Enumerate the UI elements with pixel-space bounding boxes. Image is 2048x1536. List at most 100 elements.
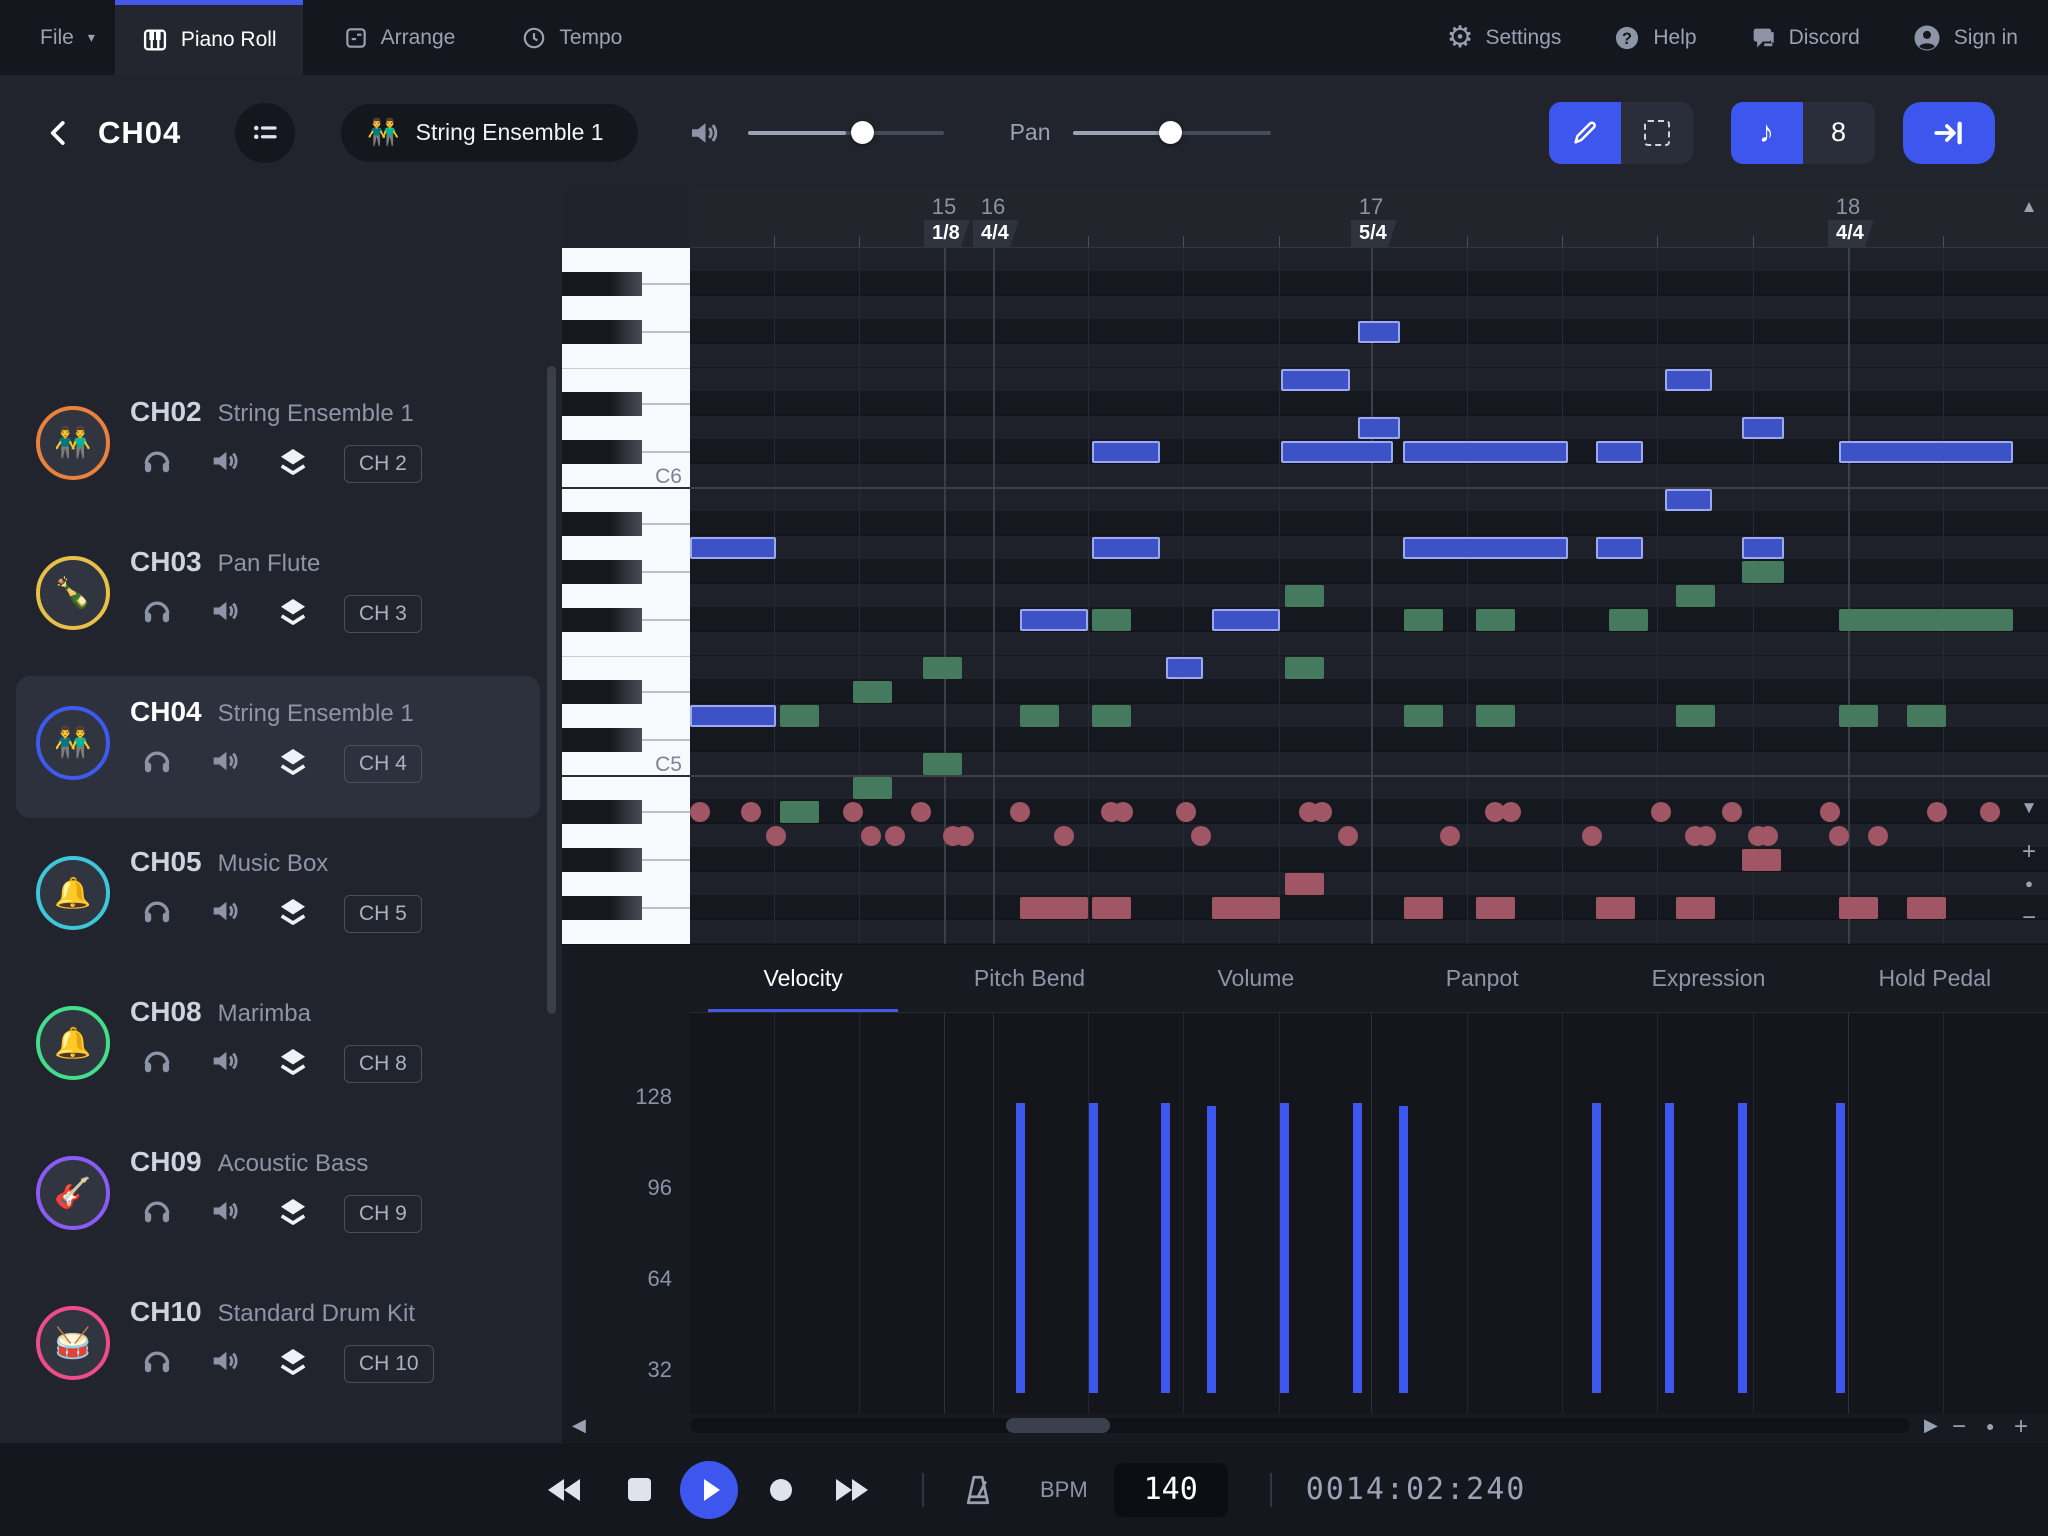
midi-note-selected-track[interactable] — [1665, 489, 1712, 511]
piano-keyboard[interactable]: C6C5 — [562, 248, 690, 944]
track-avatar[interactable]: 👬 — [36, 706, 110, 780]
note-length-button[interactable]: ♪ — [1731, 102, 1803, 164]
tab-panpot[interactable]: Panpot — [1369, 945, 1595, 1012]
channel-badge[interactable]: CH 9 — [344, 1195, 422, 1233]
black-key[interactable] — [562, 728, 642, 752]
velocity-bar[interactable] — [1836, 1103, 1845, 1393]
midi-note-selected-track[interactable] — [1092, 441, 1160, 463]
tab-arrange[interactable]: Arrange — [317, 0, 482, 75]
drum-note-dot[interactable] — [766, 826, 786, 846]
settings-button[interactable]: ⚙ Settings — [1421, 0, 1588, 75]
midi-note-ghost-maroon[interactable] — [1212, 897, 1280, 919]
file-menu[interactable]: File ▾ — [0, 0, 115, 75]
midi-note-ghost-green[interactable] — [1907, 705, 1946, 727]
midi-note-selected-track[interactable] — [1742, 537, 1784, 559]
track-item-ch08[interactable]: 🔔CH08MarimbaCH 8 — [0, 968, 562, 1118]
layers-button[interactable] — [276, 1044, 310, 1083]
midi-note-ghost-maroon[interactable] — [1907, 897, 1946, 919]
channel-badge[interactable]: CH 2 — [344, 445, 422, 483]
drum-note-dot[interactable] — [1054, 826, 1074, 846]
midi-note-selected-track[interactable] — [1166, 657, 1203, 679]
drum-note-dot[interactable] — [1696, 826, 1716, 846]
horizontal-scrollbar-thumb[interactable] — [1006, 1418, 1110, 1433]
black-key[interactable] — [562, 608, 642, 632]
midi-note-ghost-green[interactable] — [1742, 561, 1784, 583]
help-button[interactable]: ? Help — [1587, 0, 1722, 75]
layers-button[interactable] — [276, 1344, 310, 1383]
drum-note-dot[interactable] — [690, 802, 710, 822]
midi-note-selected-track[interactable] — [1403, 537, 1568, 559]
midi-note-selected-track[interactable] — [690, 537, 776, 559]
black-key[interactable] — [562, 848, 642, 872]
solo-headphones-button[interactable] — [140, 594, 174, 633]
track-avatar[interactable]: 🔔 — [36, 1006, 110, 1080]
velocity-bar[interactable] — [1738, 1103, 1747, 1393]
drum-note-dot[interactable] — [1651, 802, 1671, 822]
layers-button[interactable] — [276, 444, 310, 483]
midi-note-ghost-green[interactable] — [1839, 705, 1878, 727]
midi-note-ghost-maroon[interactable] — [1285, 873, 1324, 895]
midi-note-ghost-green[interactable] — [1404, 609, 1443, 631]
drum-note-dot[interactable] — [1338, 826, 1358, 846]
track-list-button[interactable] — [235, 103, 295, 163]
drum-note-dot[interactable] — [954, 826, 974, 846]
drum-note-dot[interactable] — [911, 802, 931, 822]
scroll-left-icon[interactable]: ◀ — [572, 1415, 586, 1436]
drum-note-dot[interactable] — [1176, 802, 1196, 822]
zoom-in-horizontal-button[interactable]: + — [2014, 1413, 2028, 1441]
drum-note-dot[interactable] — [885, 826, 905, 846]
volume-slider-knob[interactable] — [851, 121, 874, 144]
tab-pitch-bend[interactable]: Pitch Bend — [916, 945, 1142, 1012]
black-key[interactable] — [562, 512, 642, 536]
velocity-bar[interactable] — [1353, 1103, 1362, 1393]
track-item-ch04[interactable]: 👬CH04String Ensemble 1CH 4 — [0, 668, 562, 818]
layers-button[interactable] — [276, 1194, 310, 1233]
layers-button[interactable] — [276, 594, 310, 633]
midi-note-selected-track[interactable] — [1596, 441, 1643, 463]
track-item-ch11[interactable]: CH11Acoustic Grand PianoCH 11 — [0, 1418, 562, 1443]
fast-forward-button[interactable] — [822, 1479, 882, 1501]
velocity-bar[interactable] — [1592, 1103, 1601, 1393]
record-button[interactable] — [756, 1479, 806, 1501]
midi-note-ghost-maroon[interactable] — [1020, 897, 1088, 919]
midi-note-ghost-green[interactable] — [1404, 705, 1443, 727]
drum-note-dot[interactable] — [1820, 802, 1840, 822]
midi-note-ghost-green[interactable] — [780, 705, 819, 727]
midi-note-selected-track[interactable] — [1281, 369, 1350, 391]
drum-note-dot[interactable] — [1312, 802, 1332, 822]
black-key[interactable] — [562, 272, 642, 296]
midi-note-selected-track[interactable] — [1281, 441, 1393, 463]
drum-note-dot[interactable] — [741, 802, 761, 822]
zoom-out-vertical-button[interactable]: − — [2016, 904, 2042, 932]
drum-note-dot[interactable] — [1501, 802, 1521, 822]
midi-note-ghost-maroon[interactable] — [1676, 897, 1715, 919]
midi-note-selected-track[interactable] — [1020, 609, 1088, 631]
midi-note-selected-track[interactable] — [1839, 441, 2013, 463]
track-item-ch10[interactable]: 🥁CH10Standard Drum KitCH 10 — [0, 1268, 562, 1418]
velocity-bar[interactable] — [1207, 1106, 1216, 1393]
drum-note-dot[interactable] — [1440, 826, 1460, 846]
zoom-reset-vertical-button[interactable]: ● — [2016, 876, 2042, 891]
midi-note-ghost-maroon[interactable] — [1596, 897, 1635, 919]
velocity-bar[interactable] — [1016, 1103, 1025, 1393]
drum-note-dot[interactable] — [1582, 826, 1602, 846]
drum-note-dot[interactable] — [861, 826, 881, 846]
midi-note-ghost-green[interactable] — [1476, 705, 1515, 727]
rewind-button[interactable] — [534, 1479, 594, 1501]
drum-note-dot[interactable] — [1927, 802, 1947, 822]
mute-speaker-button[interactable] — [208, 894, 242, 933]
black-key[interactable] — [562, 680, 642, 704]
drum-note-dot[interactable] — [1758, 826, 1778, 846]
selection-tool-button[interactable] — [1621, 102, 1693, 164]
channel-badge[interactable]: CH 4 — [344, 745, 422, 783]
midi-note-ghost-green[interactable] — [780, 801, 819, 823]
midi-note-ghost-green[interactable] — [1020, 705, 1059, 727]
solo-headphones-button[interactable] — [140, 1344, 174, 1383]
midi-note-ghost-green[interactable] — [1476, 609, 1515, 631]
note-grid[interactable] — [690, 248, 2048, 944]
scroll-down-icon[interactable]: ▼ — [2016, 798, 2042, 818]
midi-note-ghost-green[interactable] — [1609, 609, 1648, 631]
channel-badge[interactable]: CH 8 — [344, 1045, 422, 1083]
tab-volume[interactable]: Volume — [1143, 945, 1369, 1012]
track-item-ch09[interactable]: 🎸CH09Acoustic BassCH 9 — [0, 1118, 562, 1268]
